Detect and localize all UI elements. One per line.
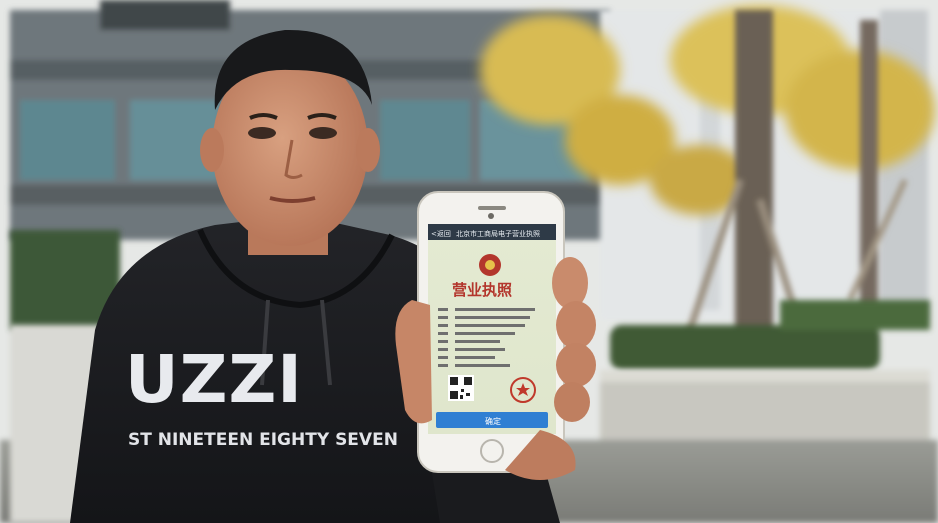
hoodie-tagline: ST NINETEEN EIGHTY SEVEN: [128, 430, 398, 450]
left-eye: [248, 127, 276, 139]
qr-code: [448, 375, 474, 401]
photo-canvas: UZZI ST NINETEEN EIGHTY SEVEN <返回 北京市工商局…: [0, 0, 938, 523]
right-eye: [309, 127, 337, 139]
phone-speaker: [478, 206, 506, 210]
left-ear: [200, 128, 224, 172]
screen-nav-title: 北京市工商局电子营业执照: [456, 229, 540, 238]
finger-4: [554, 382, 590, 422]
hoodie-brand-text: UZZI: [125, 341, 303, 418]
phone-camera: [488, 213, 494, 219]
right-ear: [356, 128, 380, 172]
photo-scene: UZZI ST NINETEEN EIGHTY SEVEN <返回 北京市工商局…: [0, 0, 938, 523]
screen-back-link[interactable]: <返回: [431, 230, 451, 238]
finger-1: [552, 257, 588, 309]
confirm-button-label: 确定: [485, 416, 501, 426]
finger-2: [556, 301, 596, 349]
smartphone: <返回 北京市工商局电子营业执照 营业执照 确定: [417, 191, 565, 473]
finger-3: [556, 343, 596, 387]
emblem-center: [485, 260, 495, 270]
license-title: 营业执照: [452, 281, 512, 299]
